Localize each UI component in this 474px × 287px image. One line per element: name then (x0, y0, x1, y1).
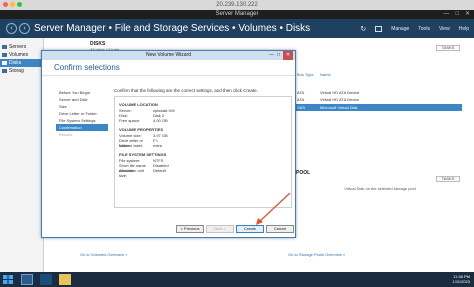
settings-summary: VOLUME LOCATION Server: cpiswati-VM Disk:… (114, 96, 292, 208)
windows-start-icon[interactable] (3, 275, 13, 284)
close-icon[interactable]: ✕ (465, 10, 470, 19)
next-button: Next > (206, 225, 234, 233)
setting-label: Free space: (119, 118, 141, 123)
step-size[interactable]: Size (56, 103, 108, 110)
sidebar-item-volumes[interactable]: Volumes (0, 51, 43, 59)
sidebar-item-disks[interactable]: Disks (0, 59, 43, 67)
sidebar: Servers Volumes Disks Storag (0, 38, 44, 272)
wizard-maximize-icon[interactable]: □ (277, 51, 280, 60)
remote-host-ip: 20.239.130.222 (216, 2, 258, 8)
wizard-buttons: < Previous Next > Create Cancel (176, 225, 294, 233)
storage-pool-message: Virtual Disk on the selected storage poo… (344, 186, 416, 191)
wizard-window-controls[interactable]: — □ ✕ (269, 51, 293, 60)
storage-pools-overview-link[interactable]: Go to Storage Pools Overview > (288, 252, 345, 257)
storage-pool-icon (2, 69, 7, 73)
menu-view[interactable]: View (439, 26, 450, 32)
minimize-icon[interactable]: — (443, 10, 449, 19)
disk-row[interactable]: ATA Virtual HD ATA Device (295, 89, 462, 96)
maximize-icon[interactable]: □ (455, 10, 459, 19)
taskbar-clock[interactable]: 11:38 PM 1/11/2023 (453, 274, 471, 284)
back-button[interactable]: ‹ (6, 23, 17, 34)
new-volume-wizard: New Volume Wizard — □ ✕ Confirm selectio… (41, 50, 296, 238)
window-controls[interactable]: — □ ✕ (443, 10, 470, 19)
wizard-title: New Volume Wizard (145, 52, 191, 58)
sidebar-item-storage-pools[interactable]: Storag (0, 67, 43, 75)
column-name[interactable]: Name (320, 72, 331, 77)
wizard-minimize-icon[interactable]: — (269, 51, 274, 60)
screen: 20.239.130.222 Server Manager — □ ✕ ‹ › … (0, 0, 474, 287)
disks-tasks-button[interactable]: TASKS (436, 45, 460, 51)
step-file-system-settings[interactable]: File System Settings (56, 117, 108, 124)
server-manager-header: ‹ › Server Manager • File and Storage Se… (0, 19, 474, 38)
breadcrumb: Server Manager • File and Storage Servic… (34, 23, 311, 34)
volume-icon (2, 53, 7, 57)
confirm-instructions: Confirm that the following are the corre… (114, 88, 258, 93)
taskbar: 11:38 PM 1/11/2023 (0, 272, 474, 287)
file-explorer-icon[interactable] (59, 274, 71, 285)
flag-icon[interactable] (375, 26, 383, 32)
wizard-steps: Before You Begin Server and Disk Size Dr… (56, 89, 108, 138)
mac-title-bar: 20.239.130.222 (0, 0, 474, 10)
section-volume-properties: VOLUME PROPERTIES (119, 127, 164, 132)
header-menu: ↻ Manage Tools View Help (360, 25, 469, 33)
step-drive-letter-or-folder[interactable]: Drive Letter or Folder (56, 110, 108, 117)
setting-value: 4.00 GB (153, 118, 168, 123)
step-confirmation[interactable]: Confirmation (56, 124, 108, 131)
storage-pool-tasks-button[interactable]: TASKS (436, 176, 460, 182)
menu-help[interactable]: Help (459, 26, 469, 32)
setting-value: extra (153, 143, 162, 148)
wizard-body: Confirm that the following are the corre… (114, 88, 292, 208)
disk-row-selected[interactable]: SAS Microsoft Virtual Disk (295, 104, 462, 111)
wizard-heading: Confirm selections (42, 60, 295, 76)
create-button[interactable]: Create (236, 225, 264, 233)
powershell-icon[interactable] (40, 274, 52, 285)
menu-tools[interactable]: Tools (418, 26, 430, 32)
setting-label: Allocation unit size: (119, 168, 144, 178)
window-title: Server Manager (0, 10, 474, 19)
refresh-icon[interactable]: ↻ (360, 25, 366, 33)
clock-date: 1/11/2023 (452, 279, 471, 284)
step-server-and-disk[interactable]: Server and Disk (56, 96, 108, 103)
column-bus-type[interactable]: Bus Type (297, 72, 314, 77)
forward-button[interactable]: › (19, 23, 30, 34)
sidebar-item-servers[interactable]: Servers (0, 43, 43, 51)
section-volume-location: VOLUME LOCATION (119, 102, 158, 107)
setting-value: Default (153, 168, 166, 173)
setting-label: Volume label: (119, 143, 144, 148)
wizard-title-bar: New Volume Wizard — □ ✕ (42, 51, 295, 60)
disk-icon (2, 61, 7, 65)
previous-button[interactable]: < Previous (176, 225, 204, 233)
storage-pool-label: POOL (296, 170, 311, 176)
step-before-you-begin[interactable]: Before You Begin (56, 89, 108, 96)
server-manager-taskbar-icon[interactable] (21, 274, 33, 285)
wizard-close-icon[interactable]: ✕ (283, 51, 293, 60)
volumes-overview-link[interactable]: Go to Volumes Overview > (80, 252, 127, 257)
cancel-button[interactable]: Cancel (266, 225, 294, 233)
disk-row[interactable]: ATA Virtual HD ATA Device (295, 96, 462, 103)
menu-manage[interactable]: Manage (391, 26, 409, 32)
step-results: Results (59, 132, 73, 137)
server-icon (2, 45, 7, 49)
section-file-system-settings: FILE SYSTEM SETTINGS (119, 152, 167, 157)
